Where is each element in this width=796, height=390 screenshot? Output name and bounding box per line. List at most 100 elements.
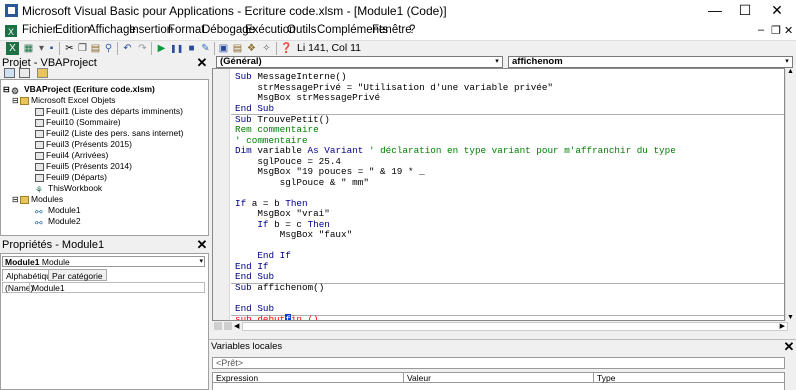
properties-close-icon[interactable]: ✕ — [196, 238, 208, 251]
toolbar-separator — [214, 42, 215, 55]
procedure-combo[interactable]: affichenom ▾ — [508, 56, 793, 68]
sheet-icon — [35, 129, 44, 138]
properties-title-bar: Propriétés - Module1 — [0, 238, 209, 252]
run-icon[interactable]: ▶ — [155, 42, 168, 55]
tree-root[interactable]: ⊟⚙ VBAProject (Ecriture code.xlsm) — [3, 84, 155, 96]
save-icon[interactable]: ▪ — [45, 42, 58, 55]
redo-icon[interactable]: ↷ — [136, 42, 149, 55]
locals-header: Expression Valeur Type — [212, 372, 785, 383]
col-expression[interactable]: Expression — [213, 373, 258, 383]
toolbar: X ▦ ▾ ▪ ✂ ❐ ▤ ⚲ ↶ ↷ ▶ ❚❚ ■ ✎ ▣ ▤ ❖ ✧ ❓ L… — [0, 40, 796, 56]
tree-item-workbook[interactable]: ⚘ ThisWorkbook — [35, 183, 102, 195]
locals-list[interactable] — [212, 383, 785, 390]
mdi-minimize-button[interactable]: – — [758, 24, 764, 36]
property-value[interactable]: Module1 — [29, 283, 65, 293]
collapse-icon[interactable]: ⊟ — [12, 95, 20, 106]
tree-item-module[interactable]: ⚯ Module2 — [35, 216, 81, 228]
vertical-scrollbar[interactable]: ▲ ▼ — [785, 68, 796, 321]
col-type[interactable]: Type — [593, 373, 615, 383]
code-line: End Sub — [235, 271, 275, 282]
toolbar-separator — [276, 42, 277, 55]
folder-icon — [20, 195, 29, 204]
code-editor[interactable]: Sub MessageInterne() strMessagePrivé = "… — [212, 68, 785, 321]
scroll-left-icon[interactable]: ◀ — [234, 322, 239, 330]
menu-outils[interactable]: Outils — [287, 24, 316, 36]
scroll-down-icon[interactable]: ▼ — [787, 314, 794, 321]
scroll-track[interactable] — [242, 322, 788, 331]
chevron-down-icon[interactable]: ▾ — [199, 257, 203, 267]
tree-item-sheet[interactable]: Feuil3 (Présents 2015) — [35, 139, 132, 150]
copy-icon[interactable]: ❐ — [76, 42, 89, 55]
full-module-view-icon[interactable] — [224, 322, 232, 330]
chevron-down-icon[interactable]: ▾ — [492, 57, 502, 67]
project-toolbar — [0, 68, 209, 79]
help-icon[interactable]: ❓ — [280, 42, 293, 55]
insert-userform-icon[interactable]: ▦ — [22, 42, 35, 55]
menu-bar: X Fichier Edition Affichage Insertion Fo… — [0, 22, 796, 40]
tab-par-categorie[interactable]: Par catégorie — [48, 269, 107, 281]
break-icon[interactable]: ❚❚ — [170, 42, 183, 55]
find-icon[interactable]: ⚲ — [102, 42, 115, 55]
object-combo[interactable]: (Général) ▾ — [216, 56, 503, 68]
properties-window-icon[interactable]: ▤ — [231, 42, 244, 55]
mdi-close-button[interactable]: ✕ — [784, 24, 793, 37]
close-button[interactable]: ✕ — [762, 0, 792, 22]
scroll-right-icon[interactable]: ▶ — [780, 322, 785, 330]
menu-edition[interactable]: Edition — [55, 24, 90, 36]
tree-item-sheet[interactable]: Feuil10 (Sommaire) — [35, 117, 121, 128]
locals-close-icon[interactable]: ✕ — [783, 340, 795, 353]
maximize-button[interactable]: ☐ — [730, 0, 760, 22]
cut-icon[interactable]: ✂ — [63, 42, 76, 55]
svg-text:X: X — [8, 27, 14, 37]
view-code-icon[interactable] — [4, 68, 15, 78]
menu-fenetre[interactable]: Fenêtre — [372, 24, 412, 36]
code-gutter[interactable] — [213, 69, 230, 320]
menu-insertion[interactable]: Insertion — [129, 24, 173, 36]
view-excel-icon[interactable]: X — [6, 42, 19, 55]
menu-help[interactable]: ? — [409, 24, 415, 36]
window-title: Microsoft Visual Basic pour Applications… — [22, 4, 447, 18]
view-object-icon[interactable] — [19, 68, 30, 78]
menu-fichier[interactable]: Fichier — [22, 24, 57, 36]
toggle-folders-icon[interactable] — [37, 68, 48, 78]
minimize-button[interactable]: — — [700, 0, 730, 22]
tree-folder-excel-objects[interactable]: ⊟ Microsoft Excel Objets — [12, 95, 116, 106]
workbook-icon: ⚘ — [35, 184, 44, 195]
code-line: End Sub — [235, 303, 275, 314]
locals-title-bar: Variables locales ✕ — [209, 339, 796, 353]
project-explorer-icon[interactable]: ▣ — [217, 42, 230, 55]
tree-item-module[interactable]: ⚯ Module1 — [35, 205, 81, 217]
tree-item-sheet[interactable]: Feuil5 (Présents 2014) — [35, 161, 132, 172]
chevron-down-icon[interactable]: ▾ — [782, 57, 792, 67]
undo-icon[interactable]: ↶ — [121, 42, 134, 55]
object-selector[interactable]: Module1 Module ▾ — [2, 256, 205, 267]
sheet-icon — [35, 162, 44, 171]
object-browser-icon[interactable]: ❖ — [245, 42, 258, 55]
tree-folder-modules[interactable]: ⊟ Modules — [12, 194, 63, 205]
toolbox-icon[interactable]: ✧ — [260, 42, 273, 55]
reset-icon[interactable]: ■ — [185, 42, 198, 55]
scroll-up-icon[interactable]: ▲ — [787, 68, 794, 75]
tree-item-sheet[interactable]: Feuil9 (Départs) — [35, 172, 107, 183]
cursor-position: Li 141, Col 11 — [297, 42, 362, 54]
tree-item-sheet[interactable]: Feuil4 (Arrivées) — [35, 150, 108, 161]
design-mode-icon[interactable]: ✎ — [199, 42, 212, 55]
horizontal-scrollbar[interactable]: ◀ ▶ — [212, 321, 788, 332]
property-row[interactable]: (Name) Module1 — [2, 282, 205, 293]
paste-icon[interactable]: ▤ — [89, 42, 102, 55]
collapse-icon[interactable]: ⊟ — [12, 194, 20, 205]
mdi-restore-button[interactable]: ❐ — [771, 24, 781, 37]
project-close-icon[interactable]: ✕ — [196, 56, 208, 69]
col-value[interactable]: Valeur — [403, 373, 431, 383]
procedure-view-icon[interactable] — [214, 322, 222, 330]
toolbar-separator — [59, 42, 60, 55]
menu-format[interactable]: Format — [168, 24, 204, 36]
toolbar-separator — [151, 42, 152, 55]
sheet-icon — [35, 118, 44, 127]
excel-icon[interactable]: X — [5, 25, 17, 37]
module-icon: ⚯ — [35, 217, 43, 228]
tree-item-sheet[interactable]: Feuil2 (Liste des pers. sans internet) — [35, 128, 183, 139]
collapse-icon[interactable]: ⊟ — [3, 84, 11, 95]
code-line: Dim variable As Variant ' déclaration en… — [235, 145, 676, 156]
tree-item-sheet[interactable]: Feuil1 (Liste des départs imminents) — [35, 106, 183, 117]
